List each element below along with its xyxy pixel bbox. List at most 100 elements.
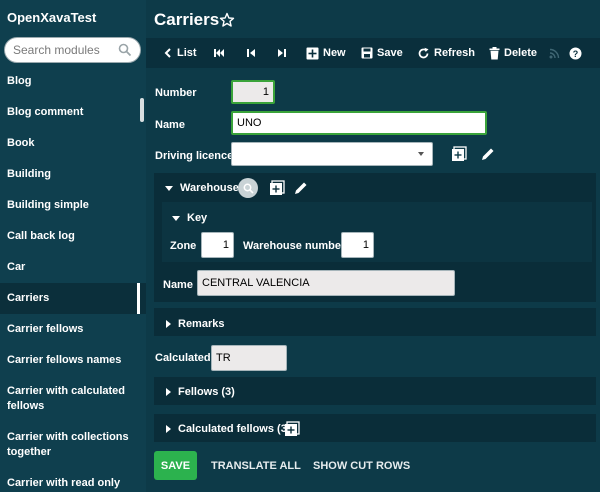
chevron-down-icon bbox=[418, 152, 424, 156]
sidebar-item-label: Blog bbox=[7, 75, 32, 87]
warehouse-number-label: Warehouse number bbox=[243, 240, 346, 252]
name-field[interactable]: UNO bbox=[231, 111, 487, 135]
sidebar-item[interactable]: Blog bbox=[0, 66, 146, 97]
fellows-section: Fellows (3) bbox=[154, 377, 596, 405]
zone-label: Zone bbox=[170, 240, 197, 252]
first-page-icon bbox=[214, 49, 224, 57]
refresh-label: Refresh bbox=[434, 47, 475, 59]
triangle-right-icon bbox=[166, 388, 171, 396]
sidebar-scrollbar[interactable] bbox=[140, 98, 144, 122]
next-button[interactable] bbox=[277, 45, 291, 61]
key-section: Key Zone 1 Warehouse number 1 bbox=[162, 202, 592, 262]
driving-licence-label: Driving licence bbox=[155, 150, 234, 162]
search-icon[interactable] bbox=[118, 43, 132, 57]
zone-field[interactable]: 1 bbox=[201, 232, 234, 258]
number-label: Number bbox=[155, 87, 197, 99]
edit-licence-icon[interactable] bbox=[480, 146, 496, 162]
new-label: New bbox=[323, 47, 346, 59]
sidebar-item-label: Car bbox=[7, 261, 26, 273]
warehouse-number-field[interactable]: 1 bbox=[341, 232, 374, 258]
rss-icon bbox=[549, 48, 560, 58]
list-label: List bbox=[177, 47, 197, 59]
sidebar-item[interactable]: Carrier with collections together bbox=[0, 422, 146, 468]
trash-icon bbox=[489, 46, 500, 59]
sidebar-item[interactable]: Call back log bbox=[0, 221, 146, 252]
refresh-button[interactable]: Refresh bbox=[417, 45, 475, 61]
warehouse-name-field[interactable]: CENTRAL VALENCIA bbox=[197, 270, 455, 296]
key-toggle[interactable]: Key bbox=[172, 212, 207, 224]
sidebar-item[interactable]: Carrier fellows names bbox=[0, 345, 146, 376]
sidebar-item-label: Building bbox=[7, 168, 51, 180]
sidebar-item-label: Carrier with collections together bbox=[7, 431, 129, 458]
app-title: OpenXavaTest bbox=[7, 10, 97, 25]
sidebar-item[interactable]: Building bbox=[0, 159, 146, 190]
warehouse-toggle[interactable]: Warehouse bbox=[165, 182, 239, 194]
search-input[interactable] bbox=[13, 42, 121, 58]
calculated-fellows-section: Calculated fellows (3) bbox=[154, 414, 596, 442]
translate-all-button[interactable]: TRANSLATE ALL bbox=[211, 460, 301, 472]
chevron-left-icon bbox=[164, 48, 171, 58]
sidebar-item-label: Blog comment bbox=[7, 106, 84, 118]
new-icon bbox=[306, 47, 319, 59]
fellows-toggle[interactable]: Fellows (3) bbox=[166, 386, 235, 398]
help-icon: ? bbox=[569, 47, 582, 59]
rss-button[interactable] bbox=[549, 45, 564, 61]
sidebar-item-label: Call back log bbox=[7, 230, 75, 242]
svg-text:?: ? bbox=[573, 49, 579, 59]
sidebar-item[interactable]: Building simple bbox=[0, 190, 146, 221]
search-warehouse-button[interactable] bbox=[238, 178, 258, 198]
triangle-down-icon bbox=[172, 215, 180, 221]
star-icon[interactable] bbox=[219, 12, 235, 28]
help-button[interactable]: ? bbox=[569, 45, 586, 61]
main-panel: Carriers List New Save Refresh Delete ? … bbox=[146, 0, 600, 492]
add-warehouse-icon[interactable] bbox=[269, 180, 285, 196]
sidebar: OpenXavaTest Blog Blog comment Book Buildin… bbox=[0, 0, 146, 492]
search-box[interactable] bbox=[4, 37, 141, 63]
module-list: Blog Blog comment Book Building Building sim… bbox=[0, 66, 146, 492]
previous-button[interactable] bbox=[246, 45, 260, 61]
sidebar-item[interactable]: Carrier with read only bbox=[0, 468, 146, 492]
search-icon bbox=[243, 183, 254, 194]
sidebar-item-label: Carrier fellows names bbox=[7, 354, 122, 366]
sidebar-item[interactable]: Blog comment bbox=[0, 97, 146, 128]
triangle-right-icon bbox=[166, 425, 171, 433]
driving-licence-select[interactable] bbox=[231, 142, 433, 166]
sidebar-item-label: Carrier fellows bbox=[7, 323, 84, 335]
new-button[interactable]: New bbox=[306, 45, 346, 61]
toolbar: List New Save Refresh Delete ? bbox=[146, 38, 600, 68]
number-field[interactable]: 1 bbox=[231, 80, 275, 104]
detail-form: Number 1 Name UNO Driving licence Wareho… bbox=[146, 68, 600, 492]
sidebar-item[interactable]: Car bbox=[0, 252, 146, 283]
show-cut-rows-button[interactable]: SHOW CUT ROWS bbox=[313, 460, 410, 472]
calculated-field[interactable]: TR bbox=[211, 345, 287, 371]
sidebar-item[interactable]: Carrier fellows bbox=[0, 314, 146, 345]
floppy-icon bbox=[361, 47, 373, 59]
save-toolbar-label: Save bbox=[377, 47, 403, 59]
warehouse-label: Warehouse bbox=[180, 182, 239, 194]
first-button[interactable] bbox=[213, 45, 229, 61]
add-calculated-fellow-icon[interactable] bbox=[284, 421, 300, 437]
sidebar-item[interactable]: Carriers bbox=[0, 283, 146, 314]
calculated-label: Calculated bbox=[155, 352, 211, 364]
sidebar-item[interactable]: Book bbox=[0, 128, 146, 159]
delete-label: Delete bbox=[504, 47, 538, 59]
sidebar-item-label: Carrier with calculated fellows bbox=[7, 385, 125, 412]
list-button[interactable]: List bbox=[163, 45, 197, 61]
triangle-right-icon bbox=[166, 320, 171, 328]
remarks-toggle[interactable]: Remarks bbox=[166, 318, 224, 330]
save-toolbar-button[interactable]: Save bbox=[361, 45, 403, 61]
sidebar-item-label: Carrier with read only bbox=[7, 477, 121, 489]
calculated-fellows-toggle[interactable]: Calculated fellows (3) bbox=[166, 423, 290, 435]
save-button[interactable]: SAVE bbox=[154, 451, 197, 480]
sidebar-item-label: Building simple bbox=[7, 199, 89, 211]
add-licence-icon[interactable] bbox=[451, 146, 467, 162]
remarks-section: Remarks bbox=[154, 308, 596, 336]
calculated-fellows-label: Calculated fellows (3) bbox=[178, 423, 291, 435]
sidebar-item-label: Book bbox=[7, 137, 35, 149]
delete-button[interactable]: Delete bbox=[489, 45, 537, 61]
sidebar-item[interactable]: Carrier with calculated fellows bbox=[0, 376, 146, 422]
triangle-down-icon bbox=[165, 185, 173, 191]
edit-warehouse-icon[interactable] bbox=[293, 180, 309, 196]
page-title: Carriers bbox=[154, 10, 220, 29]
fellows-label: Fellows (3) bbox=[178, 386, 235, 398]
